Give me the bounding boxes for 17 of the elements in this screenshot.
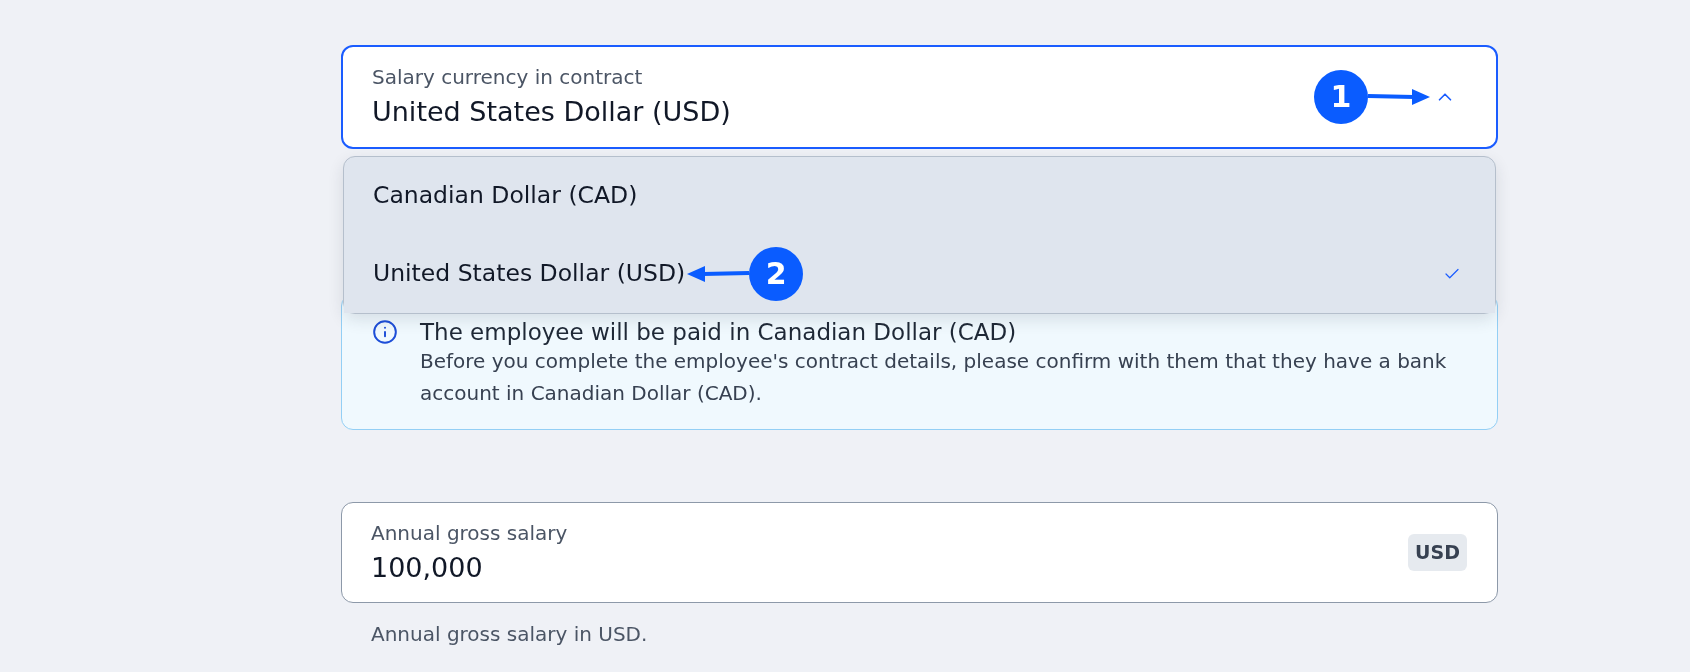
dropdown-option[interactable]: Canadian Dollar (CAD) (344, 157, 1495, 235)
callout-arrow (1368, 89, 1430, 105)
salary-field[interactable]: Annual gross salary 100,000 USD (341, 502, 1498, 603)
salary-input[interactable]: 100,000 (371, 550, 771, 585)
notice-title: The employee will be paid in Canadian Dollar (CAD) (420, 319, 1018, 345)
step-badge: 2 (749, 247, 804, 301)
field-label: Annual gross salary (371, 520, 569, 545)
callout-arrow (687, 266, 750, 282)
field-label: Salary currency in contract (372, 65, 644, 89)
currency-badge: USD (1408, 534, 1467, 571)
helper-text: Annual gross salary in USD. (370, 622, 649, 646)
info-icon (372, 319, 398, 345)
selected-value: United States Dollar (USD) (372, 95, 732, 129)
notice-body: Before you complete the employee's contract details, please confirm with them that they have a bank account in Canadian Dollar (CAD). (420, 348, 1448, 407)
step-badge: 1 (1314, 70, 1368, 124)
currency-select[interactable]: Salary currency in contract United States Dollar (USD) 1 (341, 45, 1498, 149)
dropdown-option[interactable]: United States Dollar (USD) 2 (344, 235, 1495, 313)
